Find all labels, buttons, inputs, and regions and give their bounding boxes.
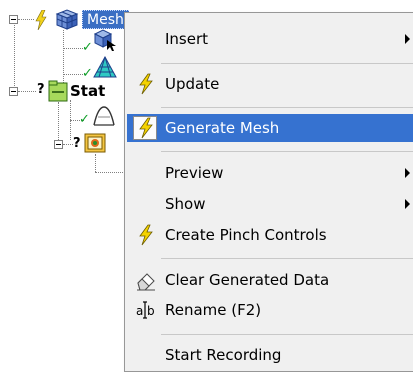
lightning-bolt-icon [135, 117, 157, 139]
svg-text:b: b [147, 304, 155, 318]
menu-item-label: Rename (F2) [165, 301, 262, 319]
menu-item-label: Start Recording [165, 346, 282, 364]
tree-connector [63, 30, 64, 85]
menu-separator [161, 334, 413, 335]
collapse-toggle-solution[interactable] [54, 140, 63, 149]
menu-item-insert[interactable]: Insert [127, 25, 413, 53]
menu-separator [161, 258, 413, 259]
collapse-toggle-static[interactable] [9, 87, 18, 96]
lightning-bolt-icon [35, 10, 47, 30]
menu-item-label: Show [165, 195, 206, 213]
collapse-toggle-mesh[interactable] [9, 15, 18, 24]
eraser-icon [135, 269, 157, 291]
menu-separator [161, 63, 413, 64]
tree-connector [63, 144, 73, 145]
mesh-method-icon [93, 56, 117, 78]
menu-item-label: Generate Mesh [165, 119, 280, 137]
static-structural-icon [48, 80, 68, 102]
menu-item-label: Preview [165, 164, 224, 182]
question-mark-icon: ? [37, 82, 45, 97]
menu-item-label: Insert [165, 30, 209, 48]
check-icon: ✓ [79, 112, 90, 127]
context-menu: Insert Update Generate Mesh Preview Show… [124, 12, 413, 372]
analysis-settings-icon [93, 106, 115, 126]
tree-connector [14, 25, 15, 90]
menu-item-clear-generated-data[interactable]: Clear Generated Data [127, 266, 413, 294]
menu-item-label: Create Pinch Controls [165, 226, 327, 244]
lightning-bolt-icon [135, 73, 157, 95]
tree-connector [18, 19, 34, 20]
menu-item-generate-mesh[interactable]: Generate Mesh [127, 114, 413, 142]
question-mark-icon: ? [73, 136, 81, 151]
lightning-bolt-icon [135, 224, 157, 246]
mesh-cube-icon [55, 9, 79, 30]
menu-item-label: Update [165, 75, 220, 93]
menu-item-update[interactable]: Update [127, 70, 413, 98]
submenu-arrow-icon [405, 168, 410, 178]
tree-connector [95, 172, 125, 173]
submenu-arrow-icon [405, 199, 410, 209]
mesh-sizing-icon [93, 29, 116, 51]
menu-item-preview[interactable]: Preview [127, 159, 413, 187]
solution-icon [84, 133, 106, 153]
menu-item-start-recording[interactable]: Start Recording [127, 341, 413, 369]
menu-item-label: Clear Generated Data [165, 271, 330, 289]
tree-connector [95, 154, 96, 172]
outline-tree: Mesh ✓ ✓ ? Stat ✓ ? [0, 0, 130, 368]
menu-item-rename[interactable]: a b Rename (F2) [127, 296, 413, 324]
tree-connector [18, 91, 36, 92]
submenu-arrow-icon [405, 34, 410, 44]
menu-separator [161, 151, 413, 152]
tree-node-mesh[interactable]: Mesh [82, 10, 129, 29]
menu-item-create-pinch-controls[interactable]: Create Pinch Controls [127, 221, 413, 249]
tree-connector [58, 102, 59, 142]
rename-icon: a b [135, 299, 157, 321]
tree-node-static-structural[interactable]: Stat [70, 82, 105, 100]
menu-item-show[interactable]: Show [127, 190, 413, 218]
svg-text:a: a [136, 304, 143, 318]
check-icon: ✓ [82, 66, 93, 81]
menu-separator [161, 107, 413, 108]
